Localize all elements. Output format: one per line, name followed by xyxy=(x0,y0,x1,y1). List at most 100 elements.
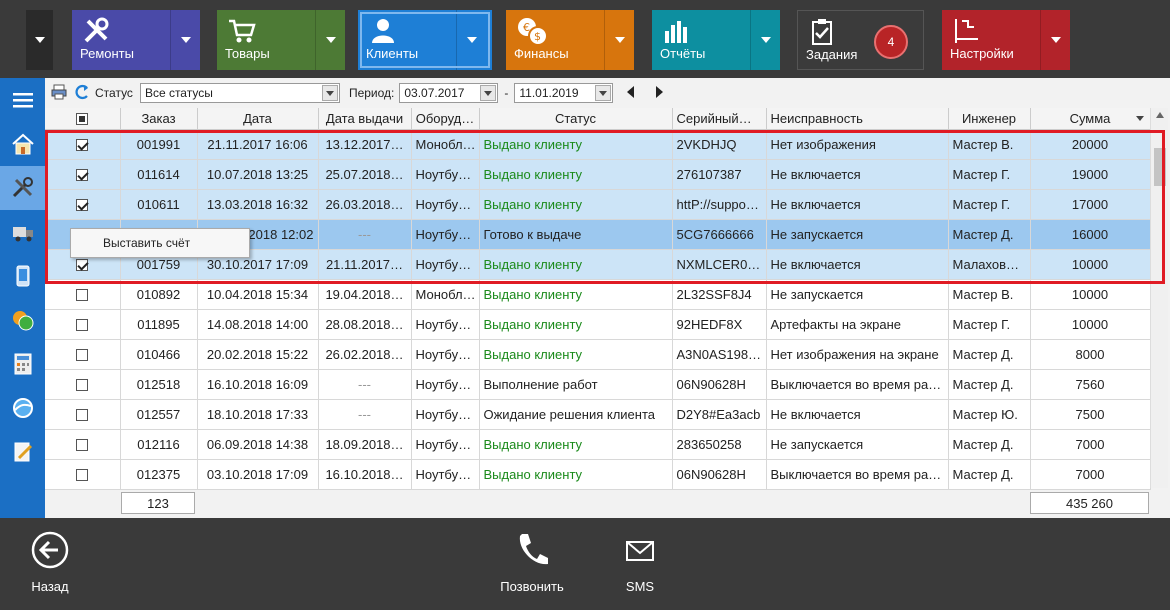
cell-engineer: Мастер Г. xyxy=(948,159,1031,190)
row-checkbox[interactable] xyxy=(76,469,89,482)
tile-finance[interactable]: € $ Финансы xyxy=(506,10,634,70)
sidebar-item-calculator[interactable] xyxy=(0,342,45,386)
cell-date: 10.07.2018 13:25 xyxy=(197,159,319,190)
checkbox[interactable] xyxy=(45,459,121,490)
vertical-scrollbar[interactable] xyxy=(1150,108,1168,488)
table-row[interactable]: 010611 13.03.2018 16:32 26.03.2018… Ноутбу…… xyxy=(45,189,1151,220)
tile-finance-dropdown[interactable] xyxy=(604,10,634,70)
column-header-date[interactable]: Дата xyxy=(197,108,319,130)
print-button[interactable] xyxy=(51,84,67,103)
cell-equipment: Ноутбу… xyxy=(411,369,480,400)
row-checkbox[interactable] xyxy=(76,439,89,452)
cell-fault: Не включается xyxy=(766,399,949,430)
row-checkbox[interactable] xyxy=(76,349,89,362)
table-row[interactable]: 012518 16.10.2018 16:09 --- Ноутбу… Выполнен… xyxy=(45,369,1151,400)
tile-tasks[interactable]: Задания 4 xyxy=(797,10,924,70)
scroll-up-icon[interactable] xyxy=(1156,112,1164,118)
sidebar-item-devices[interactable] xyxy=(0,254,45,298)
date-from-dropdown[interactable] xyxy=(480,85,497,101)
row-checkbox[interactable] xyxy=(76,319,89,332)
sms-button[interactable]: SMS xyxy=(620,530,660,594)
table-row[interactable]: 012375 03.10.2018 17:09 16.10.2018… Ноутбу…… xyxy=(45,459,1151,490)
checkbox[interactable] xyxy=(45,129,121,160)
tile-goods[interactable]: Товары xyxy=(217,10,345,70)
cell-status: Готово к выдаче xyxy=(479,219,673,250)
row-checkbox[interactable] xyxy=(76,379,89,392)
date-from-field[interactable]: 03.07.2017 xyxy=(399,83,499,103)
table-row[interactable]: 001991 21.11.2017 16:06 13.12.2017… Монобл…… xyxy=(45,129,1151,160)
sidebar-item-delivery[interactable] xyxy=(0,210,45,254)
sidebar-item-repairs[interactable] xyxy=(0,166,45,210)
cell-equipment: Ноутбу… xyxy=(411,249,480,280)
cell-date: 06.09.2018 14:38 xyxy=(197,429,319,460)
status-filter-dropdown[interactable] xyxy=(321,85,338,101)
date-to-field[interactable]: 11.01.2019 xyxy=(514,83,614,103)
tile-clients-dropdown[interactable] xyxy=(456,10,486,70)
checkbox[interactable] xyxy=(45,399,121,430)
tile-repairs[interactable]: Ремонты xyxy=(72,10,200,70)
cell-engineer: Мастер Г. xyxy=(948,189,1031,220)
row-checkbox[interactable] xyxy=(76,259,89,272)
cell-engineer: Мастер Г. xyxy=(948,309,1031,340)
column-header-equipment[interactable]: Оборуд… xyxy=(411,108,480,130)
cell-engineer: Мастер Д. xyxy=(948,339,1031,370)
status-filter-select[interactable]: Все статусы xyxy=(139,83,340,103)
cell-fault: Не запускается xyxy=(766,279,949,310)
table-row[interactable]: 012116 06.09.2018 14:38 18.09.2018… Ноутбу…… xyxy=(45,429,1151,460)
clients-panel: Статус Все статусы Период: 03.07.2017 - … xyxy=(45,78,1170,518)
table-row[interactable]: 011895 14.08.2018 14:00 28.08.2018… Ноутбу…… xyxy=(45,309,1151,340)
table-row[interactable]: 010466 20.02.2018 15:22 26.02.2018… Ноутбу…… xyxy=(45,339,1151,370)
row-checkbox[interactable] xyxy=(76,289,89,302)
tile-settings-dropdown[interactable] xyxy=(1040,10,1070,70)
row-checkbox[interactable] xyxy=(76,409,89,422)
tile-reports-dropdown[interactable] xyxy=(750,10,780,70)
sidebar-item-browser[interactable] xyxy=(0,386,45,430)
table-row[interactable]: 010892 10.04.2018 15:34 19.04.2018… Монобл…… xyxy=(45,279,1151,310)
checkbox[interactable] xyxy=(45,189,121,220)
checkbox[interactable] xyxy=(45,159,121,190)
cell-serial: 2L32SSF8J4 xyxy=(672,279,767,310)
checkbox[interactable] xyxy=(45,429,121,460)
refresh-button[interactable] xyxy=(75,84,89,103)
sidebar-item-notes[interactable] xyxy=(0,430,45,474)
tile-goods-dropdown[interactable] xyxy=(315,10,345,70)
call-button[interactable]: Позвонить xyxy=(500,530,564,594)
sidebar-item-home[interactable] xyxy=(0,122,45,166)
table-row[interactable]: 011614 10.07.2018 13:25 25.07.2018… Ноутбу…… xyxy=(45,159,1151,190)
hamburger-menu[interactable] xyxy=(0,78,45,122)
cell-issued: --- xyxy=(318,219,412,250)
column-header-status[interactable]: Статус xyxy=(479,108,673,130)
context-menu-item-create-invoice[interactable]: Выставить счёт xyxy=(103,236,190,250)
column-header-order[interactable]: Заказ xyxy=(120,108,198,130)
column-header-serial[interactable]: Серийный… xyxy=(672,108,767,130)
row-checkbox[interactable] xyxy=(76,139,89,152)
cell-engineer: Мастер Д. xyxy=(948,429,1031,460)
scrollbar-thumb[interactable] xyxy=(1154,148,1166,186)
select-all-checkbox[interactable] xyxy=(76,113,89,126)
checkbox[interactable] xyxy=(45,309,121,340)
checkbox[interactable] xyxy=(45,369,121,400)
sidebar-item-finance[interactable] xyxy=(0,298,45,342)
cell-fault: Выключается во время ра… xyxy=(766,369,949,400)
cell-date: 10.04.2018 15:34 xyxy=(197,279,319,310)
date-to-dropdown[interactable] xyxy=(595,85,612,101)
column-header-engineer[interactable]: Инженер xyxy=(948,108,1031,130)
prev-period-button[interactable] xyxy=(627,85,635,101)
main-menu-dropdown[interactable] xyxy=(26,10,53,70)
tile-clients[interactable]: Клиенты xyxy=(358,10,492,70)
select-all-header[interactable] xyxy=(45,108,121,130)
tile-repairs-dropdown[interactable] xyxy=(170,10,200,70)
column-header-sum[interactable]: Сумма xyxy=(1030,108,1151,130)
next-period-button[interactable] xyxy=(655,85,664,101)
back-button[interactable]: Назад xyxy=(28,530,72,594)
column-header-issued[interactable]: Дата выдачи xyxy=(318,108,412,130)
table-row[interactable]: 012557 18.10.2018 17:33 --- Ноутбу… Ожидание… xyxy=(45,399,1151,430)
cell-sum: 16000 xyxy=(1030,219,1151,250)
row-checkbox[interactable] xyxy=(76,169,89,182)
checkbox[interactable] xyxy=(45,339,121,370)
tile-settings[interactable]: Настройки xyxy=(942,10,1070,70)
tile-reports[interactable]: Отчёты xyxy=(652,10,780,70)
column-header-fault[interactable]: Неисправность xyxy=(766,108,949,130)
checkbox[interactable] xyxy=(45,279,121,310)
row-checkbox[interactable] xyxy=(76,199,89,212)
